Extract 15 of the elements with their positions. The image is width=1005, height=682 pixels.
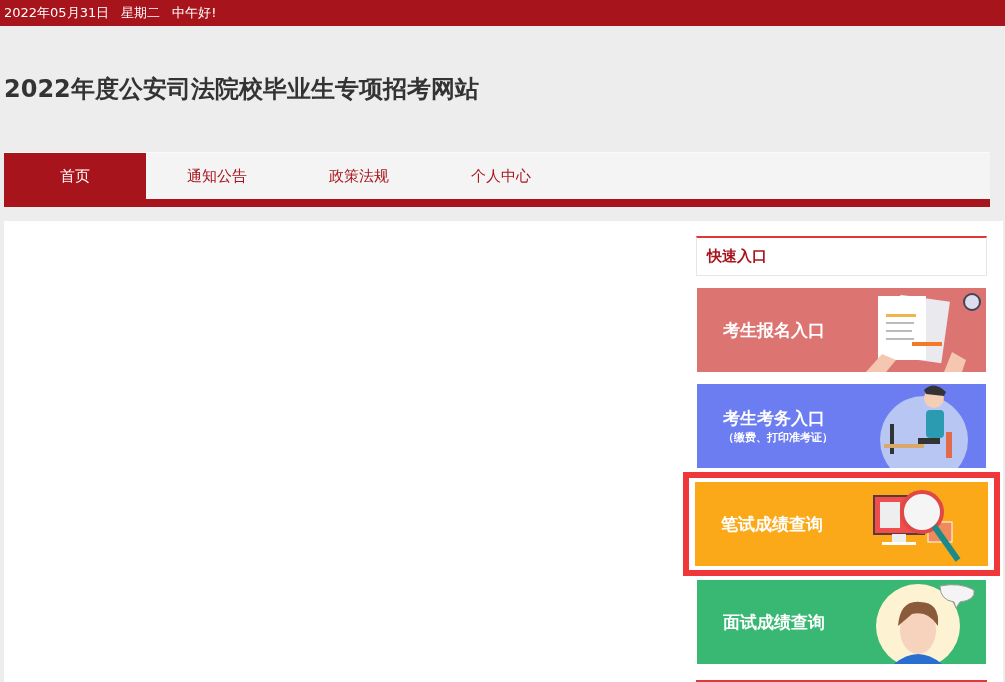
date-text: 2022年05月31日 [4,4,110,22]
banner-subtitle: （缴费、打印准考证） [723,430,833,445]
banner-title: 考生报名入口 [723,318,825,342]
site-title: 2022年度公安司法院校毕业生专项招考网站 [4,74,479,105]
nav-tab[interactable]: 政策法规 [288,153,430,199]
banner-title: 笔试成绩查询 [721,512,823,536]
nav-tab[interactable]: 通知公告 [146,153,288,199]
banner-title: 面试成绩查询 [723,610,825,634]
weekday-text: 星期二 [121,4,161,22]
nav-tab[interactable]: 首页 [4,153,146,199]
section-title: 快速入口 [707,247,767,266]
greeting-text: 中午好! [172,4,217,22]
banner-link[interactable]: 考生考务入口 （缴费、打印准考证） [697,384,986,468]
banner-title: 考生考务入口 [723,407,826,430]
nav-tab[interactable]: 个人中心 [430,153,572,199]
